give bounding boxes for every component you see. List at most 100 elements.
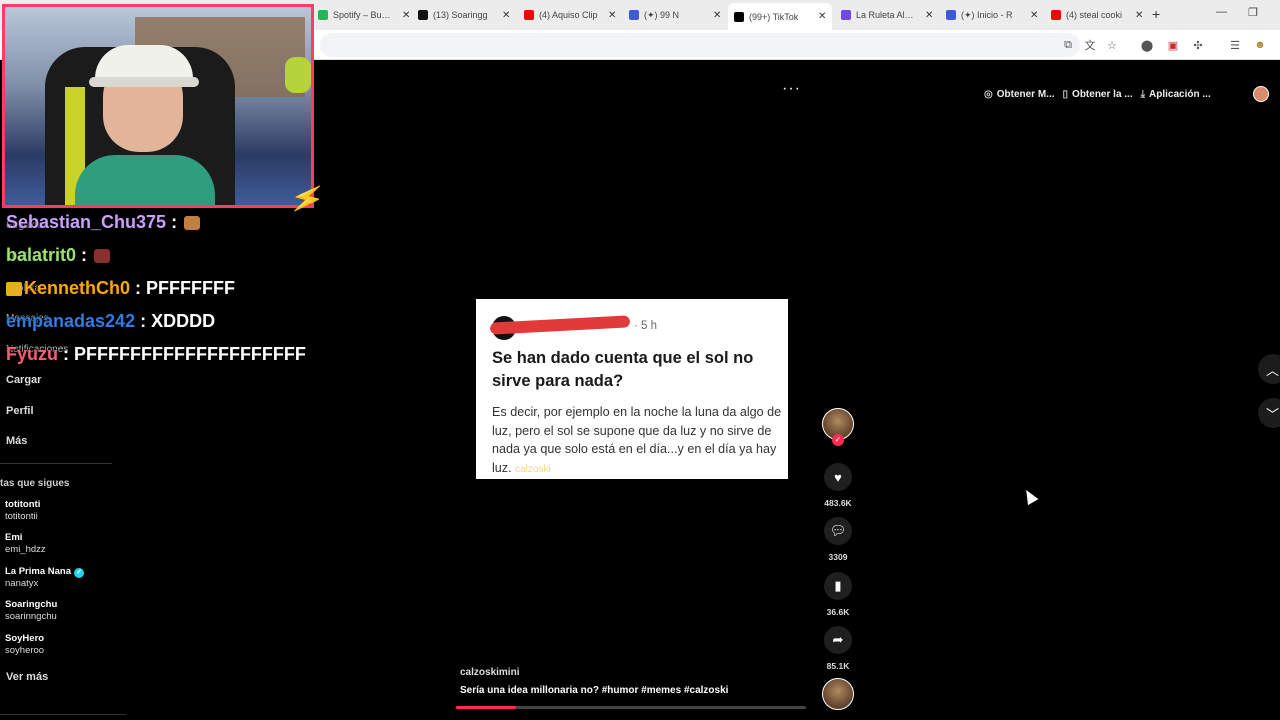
account-name: totitonti <box>5 499 41 510</box>
video-progress-fill <box>456 706 516 709</box>
sidebar-item-more[interactable]: Más <box>6 435 27 447</box>
favicon-icon <box>1051 10 1061 20</box>
sidebar-divider <box>0 463 112 464</box>
following-account[interactable]: totitonti totitontii <box>5 499 40 523</box>
close-tab-icon[interactable]: ✕ <box>1030 10 1038 21</box>
account-handle: soyheroo <box>5 645 45 656</box>
browser-tab[interactable]: La Ruleta Aleat ✕ <box>835 4 939 26</box>
follow-check-icon[interactable]: ✓ <box>832 434 844 446</box>
browser-tab[interactable]: (99+) TikTok ✕ <box>728 3 833 30</box>
user-avatar[interactable] <box>1253 86 1269 102</box>
get-app-button[interactable]: ▯ Obtener la ... <box>1063 89 1133 100</box>
profile-icon[interactable]: ☻ <box>1252 37 1268 53</box>
tab-title: (13) Soaringg <box>433 10 488 20</box>
account-name: Emi <box>5 532 23 543</box>
sidebar-item-profile[interactable]: Perfil <box>6 405 34 417</box>
browser-tab[interactable]: (✦) Inicio - R ✕ <box>940 4 1044 26</box>
comment-icon: 💬︎ <box>829 523 847 538</box>
pdf-icon[interactable]: ▣ <box>1165 37 1181 53</box>
get-coins-button[interactable]: ◎ Obtener M... <box>984 89 1055 100</box>
browser-tab[interactable]: (4) steal cooki ✕ <box>1045 4 1149 26</box>
close-tab-icon[interactable]: ✕ <box>713 10 721 21</box>
save-count: 36.6K <box>826 607 850 617</box>
webcam-shirt <box>75 155 215 205</box>
chat-separator: : <box>166 212 183 232</box>
close-tab-icon[interactable]: ✕ <box>818 11 826 22</box>
favicon-icon <box>524 10 534 20</box>
like-button[interactable]: ♥ <box>824 463 852 491</box>
minimize-icon[interactable]: — <box>1216 6 1227 18</box>
chat-separator: : <box>76 245 93 265</box>
tab-title: (4) Aquiso Clip <box>539 10 598 20</box>
lightning-icon: ⚡ <box>286 179 329 218</box>
star-icon[interactable]: ☆ <box>1104 37 1120 53</box>
phone-icon: ▯ <box>1062 88 1069 100</box>
reading-list-icon[interactable]: ☰ <box>1227 37 1243 53</box>
favicon-icon <box>841 10 851 20</box>
video-caption: Sería una idea millonaria no? #humor #me… <box>460 685 729 696</box>
post-time: · 5 h <box>634 320 658 332</box>
following-account[interactable]: Soaringchu soarinngchu <box>5 599 57 623</box>
emote-icon <box>94 249 111 264</box>
video-progress-bar[interactable] <box>456 706 806 709</box>
close-tab-icon[interactable]: ✕ <box>925 10 933 21</box>
browser-tab[interactable]: (13) Soaringg ✕ <box>412 4 516 26</box>
see-more-link[interactable]: Ver más <box>6 671 48 683</box>
webcam-cap-bill <box>89 77 199 87</box>
chevron-up-icon: ︿ <box>1266 362 1280 378</box>
translate-icon[interactable]: 文 <box>1082 37 1098 53</box>
save-button[interactable]: ▮ <box>824 572 852 600</box>
restore-icon[interactable]: ❐ <box>1248 6 1258 19</box>
extensions-icon[interactable]: ✣ <box>1190 37 1206 53</box>
video-frame[interactable]: · 5 h Se han dado cuenta que el sol no s… <box>476 299 788 479</box>
favicon-icon <box>946 10 956 20</box>
download-icon: ⤓ <box>1140 88 1146 100</box>
account-name-row: La Prima Nana ✓ <box>5 566 84 578</box>
close-tab-icon[interactable]: ✕ <box>1135 10 1143 21</box>
watermark: calzoski <box>515 463 551 475</box>
verified-icon: ✓ <box>74 568 84 578</box>
chat-text: PFFFFFFFFFFFFFFFFFFFF <box>74 344 306 364</box>
more-options-button[interactable]: ··· <box>782 80 801 98</box>
account-name: La Prima Nana <box>5 566 71 577</box>
tab-title: (4) steal cooki <box>1066 10 1123 20</box>
tab-title: (99+) TikTok <box>749 11 799 22</box>
subscriber-badge-icon <box>6 282 22 297</box>
chat-message: balatrit0 : <box>6 245 111 266</box>
chat-username: balatrit0 <box>6 245 77 265</box>
share-button[interactable]: ➦ <box>824 626 852 654</box>
address-bar[interactable] <box>320 33 1080 57</box>
sound-disc-icon[interactable] <box>822 678 854 710</box>
close-tab-icon[interactable]: ✕ <box>402 10 410 21</box>
video-author[interactable]: calzoskimini <box>460 667 519 678</box>
like-count: 483.6K <box>824 498 852 508</box>
comment-count: 3309 <box>828 552 848 562</box>
chat-username: Fyuzu <box>6 344 58 364</box>
sidebar-item-upload[interactable]: Cargar <box>6 374 41 386</box>
chat-message: Fyuzu : PFFFFFFFFFFFFFFFFFFFF <box>6 344 306 365</box>
chevron-down-icon: ﹀ <box>1266 406 1280 422</box>
new-tab-button[interactable]: + <box>1152 6 1160 22</box>
browser-tab[interactable]: (✦) 99 N ✕ <box>623 4 727 26</box>
record-icon[interactable]: ⬤ <box>1139 37 1155 53</box>
post-title: Se han dado cuenta que el sol no sirve p… <box>492 349 754 390</box>
close-tab-icon[interactable]: ✕ <box>608 10 616 21</box>
chat-message: Sebastian_Chu375 : <box>6 212 201 233</box>
account-handle: emi_hdzz <box>5 544 46 555</box>
following-account[interactable]: La Prima Nana ✓ nanatyx <box>5 566 84 590</box>
desktop-app-button[interactable]: ⤓ Aplicación ... <box>1141 89 1211 100</box>
following-account[interactable]: Emi emi_hdzz <box>5 532 46 556</box>
webcam-toy <box>285 57 311 93</box>
previous-video-button[interactable]: ︿ <box>1258 354 1280 384</box>
close-tab-icon[interactable]: ✕ <box>502 10 510 21</box>
browser-tab[interactable]: Spotify – Busca ✕ <box>312 4 416 26</box>
next-video-button[interactable]: ﹀ <box>1258 398 1280 428</box>
cast-icon[interactable]: ⧉ <box>1060 37 1076 53</box>
mouse-cursor <box>1021 487 1039 506</box>
tab-title: (✦) 99 N <box>644 9 680 20</box>
sidebar-divider <box>0 714 126 715</box>
following-account[interactable]: SoyHero soyheroo <box>5 633 44 657</box>
comment-button[interactable]: 💬︎ <box>824 517 852 545</box>
chat-separator: : <box>58 344 74 364</box>
browser-tab[interactable]: (4) Aquiso Clip ✕ <box>518 4 622 26</box>
